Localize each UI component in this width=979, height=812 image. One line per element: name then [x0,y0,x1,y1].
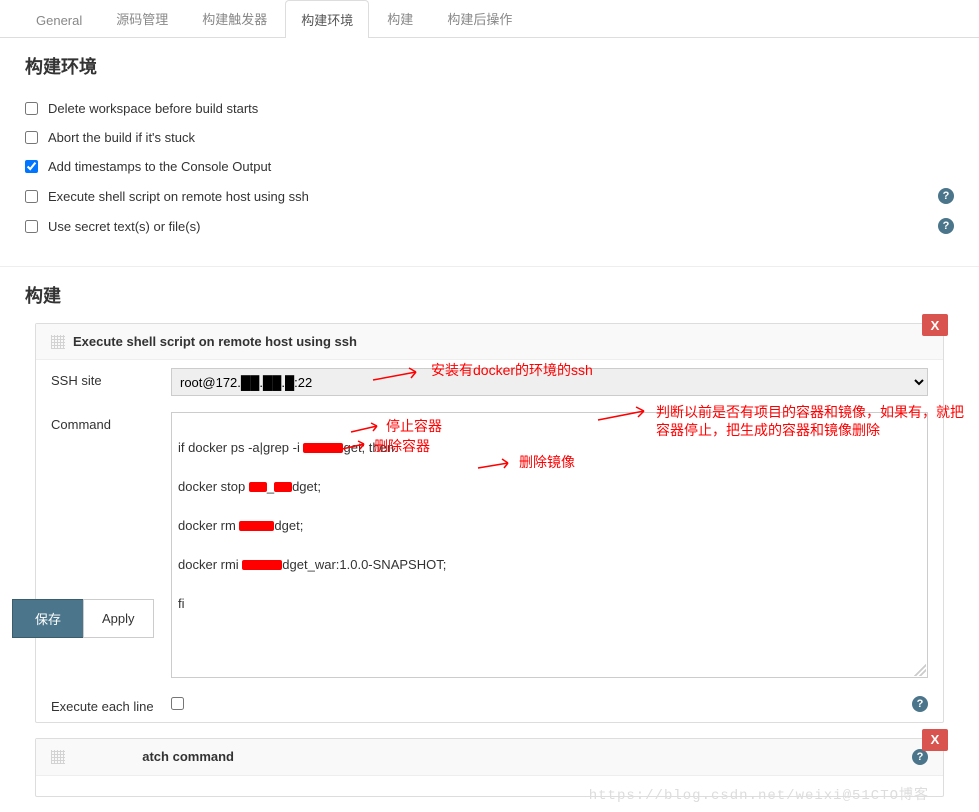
help-icon[interactable]: ? [912,696,928,712]
checkbox-delete-workspace[interactable] [25,102,38,115]
tab-post-build[interactable]: 构建后操作 [431,0,528,37]
delete-step-button[interactable]: X [922,314,948,336]
step-header: Execute shell script on remote host usin… [36,324,943,360]
opt-timestamps: Add timestamps to the Console Output [25,152,954,181]
build-title: 构建 [25,282,954,308]
label-delete-workspace: Delete workspace before build starts [48,101,258,116]
save-button[interactable]: 保存 [12,599,84,638]
build-env-section: 构建环境 Delete workspace before build start… [0,38,979,256]
checkbox-exec-shell-remote[interactable] [25,190,38,203]
tab-build[interactable]: 构建 [371,0,429,37]
checkbox-abort-stuck[interactable] [25,131,38,144]
drag-handle-icon[interactable] [51,335,65,349]
help-icon[interactable]: ? [912,749,928,765]
apply-button[interactable]: Apply [83,599,154,638]
help-icon[interactable]: ? [938,218,954,234]
tab-build-env[interactable]: 构建环境 [285,0,369,38]
tab-scm[interactable]: 源码管理 [100,0,184,37]
build-env-title: 构建环境 [25,53,954,79]
action-bar: 保存 Apply [12,599,154,638]
resize-handle-icon[interactable] [914,664,926,676]
build-step-ssh: X Execute shell script on remote host us… [35,323,944,723]
step-title: Execute shell script on remote host usin… [73,334,357,349]
label-secret-text: Use secret text(s) or file(s) [48,219,200,234]
opt-exec-shell-remote: Execute shell script on remote host usin… [25,181,954,211]
delete-step-button[interactable]: X [922,729,948,751]
exec-each-checkbox[interactable] [171,697,184,710]
ssh-site-label: SSH site [51,368,171,388]
checkbox-secret-text[interactable] [25,220,38,233]
exec-each-label: Execute each line [51,694,171,714]
label-abort-stuck: Abort the build if it's stuck [48,130,195,145]
label-timestamps: Add timestamps to the Console Output [48,159,271,174]
tab-general[interactable]: General [20,3,98,37]
label-exec-shell-remote: Execute shell script on remote host usin… [48,189,309,204]
opt-abort-stuck: Abort the build if it's stuck [25,123,954,152]
config-tabs: General 源码管理 构建触发器 构建环境 构建 构建后操作 [0,0,979,38]
opt-secret-text: Use secret text(s) or file(s) ? [25,211,954,241]
build-step-batch: X Execute Wiatch command ? [35,738,944,797]
opt-delete-workspace: Delete workspace before build starts [25,94,954,123]
step2-title: atch command [142,749,234,764]
help-icon[interactable]: ? [938,188,954,204]
command-label: Command [51,412,171,432]
build-section: 构建 X Execute shell script on remote host… [0,267,979,812]
checkbox-timestamps[interactable] [25,160,38,173]
ssh-site-select[interactable]: root@172.██.██.█:22 [171,368,928,396]
tab-triggers[interactable]: 构建触发器 [186,0,283,37]
drag-handle-icon[interactable] [51,750,65,764]
